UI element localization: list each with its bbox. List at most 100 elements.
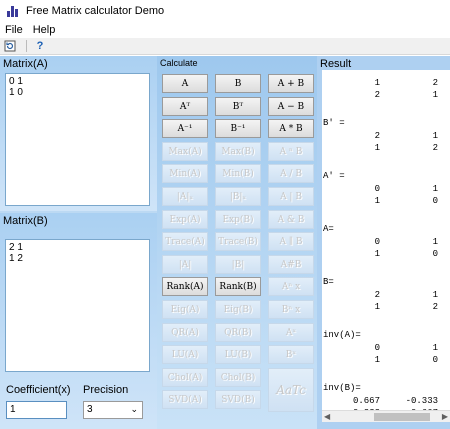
calculate-label: Calculate: [160, 58, 198, 68]
calc-button-4-2[interactable]: A / B: [268, 164, 314, 183]
matrix-a-input[interactable]: 0 1 1 0: [5, 73, 150, 206]
result-cell: 0: [374, 343, 380, 353]
calc-button-3-1[interactable]: Max(B): [215, 142, 261, 161]
result-horizontal-scrollbar[interactable]: ◀ ▶: [322, 410, 450, 422]
calc-button-13-0[interactable]: Chol(A): [162, 368, 208, 387]
result-output: 1 2 2 1 B' = 2 1 1 2 A' = 0 1 1 0 A= 0 1 1 0 B= 2 1 1 2 inv(A)= 0…: [322, 70, 450, 410]
result-cell: 1: [374, 143, 380, 153]
toolbar: ?: [0, 38, 450, 55]
result-cell: 1: [432, 90, 438, 100]
chevron-down-icon: ⌄: [130, 404, 138, 414]
help-icon[interactable]: ?: [33, 39, 47, 53]
result-cell: 1: [374, 249, 380, 259]
calc-button-12-0[interactable]: LU(A): [162, 345, 208, 364]
result-matrix-row: 0.667 -0.333: [322, 396, 450, 408]
calc-button-2-0[interactable]: A⁻¹: [162, 119, 208, 138]
calc-button-9-2[interactable]: Aⁿ x: [268, 277, 314, 296]
result-matrix-row: 12: [322, 143, 450, 155]
result-cell: 1: [432, 343, 438, 353]
toolbar-separator: [26, 40, 27, 52]
result-cell: 2: [374, 90, 380, 100]
menu-file[interactable]: File: [0, 24, 28, 36]
coefficient-input[interactable]: 1: [6, 401, 67, 419]
calc-button-2-1[interactable]: B⁻¹: [215, 119, 261, 138]
scroll-right-icon[interactable]: ▶: [442, 412, 448, 421]
result-cell: 1: [374, 196, 380, 206]
result-cell: -0.333: [405, 396, 438, 406]
calc-button-4-0[interactable]: Min(A): [162, 164, 208, 183]
calc-button-0-2[interactable]: A + B: [268, 74, 314, 93]
calc-button-8-0[interactable]: |A|: [162, 255, 208, 274]
calc-button-9-1[interactable]: Rank(B): [215, 277, 261, 296]
result-cell: 0: [432, 196, 438, 206]
title-bar: Free Matrix calculator Demo: [0, 0, 450, 22]
calc-button-5-1[interactable]: |B|ₓ: [215, 187, 261, 206]
calc-button-6-1[interactable]: Exp(B): [215, 210, 261, 229]
result-matrix-row: 01: [322, 184, 450, 196]
result-cell: 0.667: [352, 396, 380, 406]
calc-button-7-2[interactable]: A ∥ B: [268, 232, 314, 251]
result-cell: 1: [432, 131, 438, 141]
menu-bar: File Help: [0, 22, 450, 38]
result-matrix-row: 12: [322, 302, 450, 314]
calc-button-14-1[interactable]: SVD(B): [215, 390, 261, 409]
calc-button-6-0[interactable]: Exp(A): [162, 210, 208, 229]
calc-button-8-1[interactable]: |B|: [215, 255, 261, 274]
result-cell: 1: [374, 355, 380, 365]
calc-button-13-2[interactable]: AaTc: [268, 368, 314, 412]
result-cell: 2: [374, 290, 380, 300]
calc-button-12-1[interactable]: LU(B): [215, 345, 261, 364]
result-matrix-row: 21: [322, 131, 450, 143]
result-cell: 0: [374, 237, 380, 247]
result-cell: 0: [432, 249, 438, 259]
calc-button-10-1[interactable]: Eig(B): [215, 300, 261, 319]
calc-button-9-0[interactable]: Rank(A): [162, 277, 208, 296]
calc-button-11-1[interactable]: QR(B): [215, 323, 261, 342]
precision-select[interactable]: 3 ⌄: [83, 401, 143, 419]
matrix-a-label: Matrix(A): [3, 58, 48, 70]
precision-label: Precision: [83, 384, 129, 396]
result-label: Result: [320, 58, 352, 70]
calc-button-10-2[interactable]: Bⁿ x: [268, 300, 314, 319]
calc-button-6-2[interactable]: A & B: [268, 210, 314, 229]
calc-button-0-1[interactable]: B: [215, 74, 261, 93]
calc-button-11-0[interactable]: QR(A): [162, 323, 208, 342]
calc-button-7-0[interactable]: Trace(A): [162, 232, 208, 251]
calc-button-13-1[interactable]: Chol(B): [215, 368, 261, 387]
result-matrix-row: 01: [322, 343, 450, 355]
result-cell: 2: [432, 78, 438, 88]
calc-button-14-0[interactable]: SVD(A): [162, 390, 208, 409]
result-matrix-row: 10: [322, 196, 450, 208]
result-matrix-row: 10: [322, 355, 450, 367]
calc-button-7-1[interactable]: Trace(B): [215, 232, 261, 251]
calc-button-10-0[interactable]: Eig(A): [162, 300, 208, 319]
menu-help[interactable]: Help: [28, 24, 61, 36]
calc-button-8-2[interactable]: A#B: [268, 255, 314, 274]
result-cell: 0: [432, 355, 438, 365]
calc-button-2-2[interactable]: A * B: [268, 119, 314, 138]
result-cell: 2: [432, 302, 438, 312]
calc-button-12-2[interactable]: Bˣ: [268, 345, 314, 364]
scrollbar-thumb[interactable]: [374, 413, 430, 421]
scroll-left-icon[interactable]: ◀: [324, 412, 330, 421]
calc-button-0-0[interactable]: A: [162, 74, 208, 93]
calc-button-4-1[interactable]: Min(B): [215, 164, 261, 183]
app-logo-icon: [6, 4, 20, 18]
result-cell: 1: [432, 237, 438, 247]
calc-button-11-2[interactable]: Aˣ: [268, 323, 314, 342]
result-cell: 2: [374, 131, 380, 141]
precision-value: 3: [87, 404, 93, 415]
calc-button-1-2[interactable]: A − B: [268, 97, 314, 116]
refresh-icon[interactable]: [3, 39, 17, 53]
calc-button-3-2[interactable]: A ⁿ B: [268, 142, 314, 161]
result-cell: 1: [374, 78, 380, 88]
result-cell: 1: [432, 184, 438, 194]
calc-button-1-1[interactable]: Bᵀ: [215, 97, 261, 116]
matrix-b-input[interactable]: 2 1 1 2: [5, 239, 150, 372]
calc-button-1-0[interactable]: Aᵀ: [162, 97, 208, 116]
result-cell: 0: [374, 184, 380, 194]
calc-button-5-2[interactable]: A | B: [268, 187, 314, 206]
calc-button-5-0[interactable]: |A|ₓ: [162, 187, 208, 206]
result-matrix-row: 10: [322, 249, 450, 261]
calc-button-3-0[interactable]: Max(A): [162, 142, 208, 161]
